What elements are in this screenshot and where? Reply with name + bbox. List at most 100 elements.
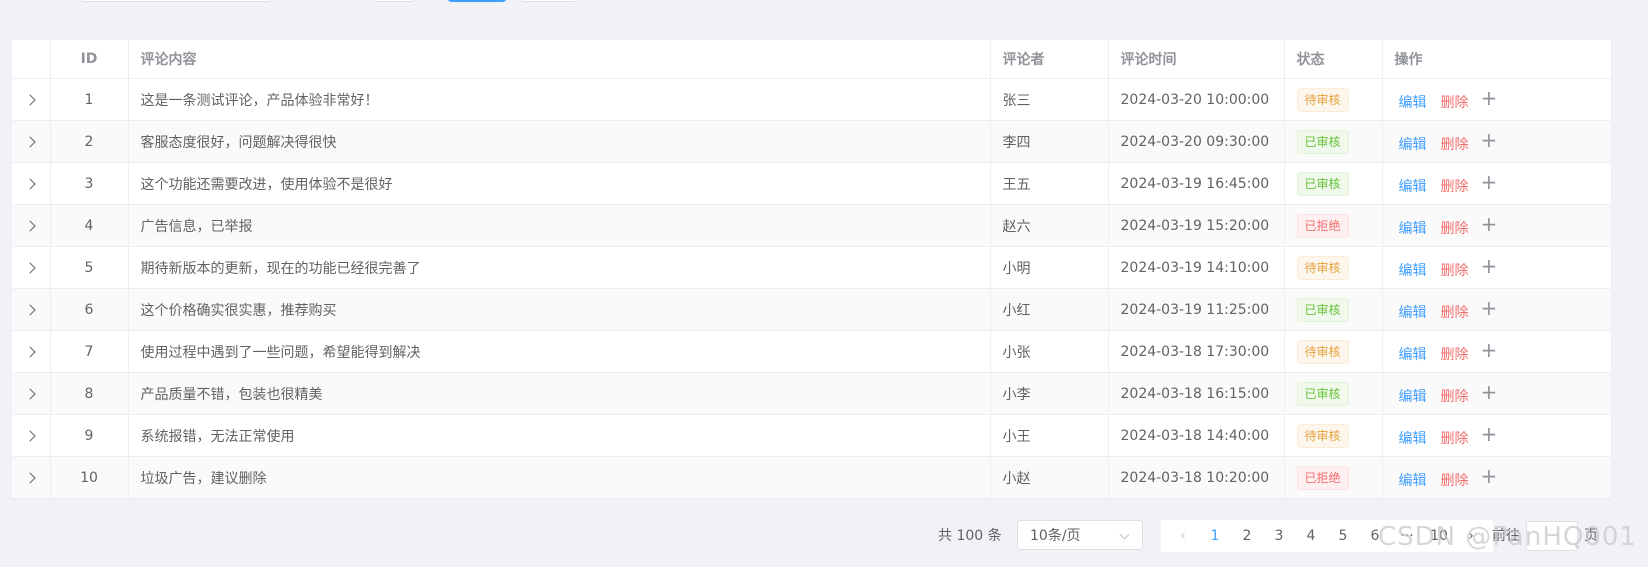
plus-icon[interactable]: +: [1481, 464, 1498, 488]
chevron-right-icon[interactable]: [24, 429, 36, 442]
chevron-right-icon[interactable]: [24, 303, 36, 316]
expand-cell[interactable]: [12, 330, 51, 373]
chevron-right-icon[interactable]: [24, 177, 36, 190]
id-cell: 6: [50, 288, 129, 331]
page-size-select[interactable]: 10条/页: [1017, 520, 1143, 550]
edit-button[interactable]: 编辑: [1399, 473, 1427, 489]
edit-button[interactable]: 编辑: [1399, 347, 1427, 363]
chevron-left-icon[interactable]: ‹: [1167, 528, 1199, 544]
delete-button[interactable]: 删除: [1441, 221, 1469, 237]
actions-cell: 编辑 删除 +: [1382, 414, 1611, 457]
plus-icon[interactable]: +: [1481, 380, 1498, 404]
delete-button[interactable]: 删除: [1441, 179, 1469, 195]
edit-button[interactable]: 编辑: [1399, 221, 1427, 237]
page-4[interactable]: 4: [1295, 528, 1327, 544]
actions-cell: 编辑 删除 +: [1382, 204, 1611, 247]
chevron-right-icon[interactable]: [24, 219, 36, 232]
delete-button[interactable]: 删除: [1441, 473, 1469, 489]
id-cell: 7: [50, 330, 129, 373]
goto-label: 前往: [1492, 528, 1520, 544]
status-cell: 待审核: [1284, 78, 1383, 121]
status-badge: 已审核: [1296, 297, 1349, 322]
header-expand: [12, 40, 51, 79]
chevron-right-icon[interactable]: [24, 135, 36, 148]
reset-button[interactable]: [520, 0, 578, 2]
edit-button[interactable]: 编辑: [1399, 263, 1427, 279]
edit-button[interactable]: 编辑: [1399, 389, 1427, 405]
id-cell: 2: [50, 120, 129, 163]
edit-button[interactable]: 编辑: [1399, 431, 1427, 447]
content-cell: 这是一条测试评论，产品体验非常好！: [128, 78, 991, 121]
page-5[interactable]: 5: [1327, 528, 1359, 544]
page-3[interactable]: 3: [1263, 528, 1295, 544]
expand-cell[interactable]: [12, 120, 51, 163]
page-6[interactable]: 6: [1359, 528, 1391, 544]
expand-cell[interactable]: [12, 204, 51, 247]
chevron-right-icon[interactable]: [24, 261, 36, 274]
search-button[interactable]: [448, 0, 506, 2]
actions-cell: 编辑 删除 +: [1382, 330, 1611, 373]
status-badge: 待审核: [1296, 87, 1349, 112]
author-cell: 小赵: [990, 456, 1109, 499]
page-2[interactable]: 2: [1231, 528, 1263, 544]
status-badge: 已拒绝: [1296, 213, 1349, 238]
table-row: 1 这是一条测试评论，产品体验非常好！ 张三 2024-03-20 10:00:00 待…: [12, 78, 1611, 121]
toolbar-button[interactable]: [372, 0, 414, 2]
edit-button[interactable]: 编辑: [1399, 137, 1427, 153]
chevron-right-icon[interactable]: [24, 387, 36, 400]
expand-cell[interactable]: [12, 372, 51, 415]
chevron-right-icon[interactable]: [24, 345, 36, 358]
delete-button[interactable]: 删除: [1441, 137, 1469, 153]
header-author: 评论者: [990, 40, 1109, 79]
delete-button[interactable]: 删除: [1441, 347, 1469, 363]
delete-button[interactable]: 删除: [1441, 263, 1469, 279]
time-cell: 2024-03-20 09:30:00: [1108, 120, 1285, 163]
plus-icon[interactable]: +: [1481, 212, 1498, 236]
table-row: 2 客服态度很好，问题解决得很快 李四 2024-03-20 09:30:00 已审核 编…: [12, 120, 1611, 163]
chevron-right-icon[interactable]: ›: [1455, 528, 1487, 544]
expand-cell[interactable]: [12, 78, 51, 121]
author-cell: 小红: [990, 288, 1109, 331]
page-1[interactable]: 1: [1199, 528, 1231, 544]
expand-cell[interactable]: [12, 456, 51, 499]
author-cell: 小王: [990, 414, 1109, 457]
top-toolbar: [0, 0, 1648, 2]
author-cell: 张三: [990, 78, 1109, 121]
plus-icon[interactable]: +: [1481, 128, 1498, 152]
status-cell: 已审核: [1284, 372, 1383, 415]
delete-button[interactable]: 删除: [1441, 305, 1469, 321]
status-cell: 已审核: [1284, 162, 1383, 205]
plus-icon[interactable]: +: [1481, 86, 1498, 110]
expand-cell[interactable]: [12, 162, 51, 205]
plus-icon[interactable]: +: [1481, 338, 1498, 362]
expand-cell[interactable]: [12, 414, 51, 457]
plus-icon[interactable]: +: [1481, 254, 1498, 278]
chevron-right-icon[interactable]: [24, 93, 36, 106]
actions-cell: 编辑 删除 +: [1382, 78, 1611, 121]
actions-cell: 编辑 删除 +: [1382, 372, 1611, 415]
search-input[interactable]: [80, 0, 272, 2]
delete-button[interactable]: 删除: [1441, 431, 1469, 447]
status-cell: 已审核: [1284, 120, 1383, 163]
time-cell: 2024-03-20 10:00:00: [1108, 78, 1285, 121]
actions-cell: 编辑 删除 +: [1382, 120, 1611, 163]
edit-button[interactable]: 编辑: [1399, 179, 1427, 195]
id-cell: 5: [50, 246, 129, 289]
status-badge: 待审核: [1296, 339, 1349, 364]
delete-button[interactable]: 删除: [1441, 95, 1469, 111]
page-ellipsis[interactable]: ···: [1391, 528, 1423, 544]
actions-cell: 编辑 删除 +: [1382, 162, 1611, 205]
header-status: 状态: [1284, 40, 1383, 79]
page-10[interactable]: 10: [1423, 528, 1455, 544]
delete-button[interactable]: 删除: [1441, 389, 1469, 405]
edit-button[interactable]: 编辑: [1399, 95, 1427, 111]
plus-icon[interactable]: +: [1481, 296, 1498, 320]
edit-button[interactable]: 编辑: [1399, 305, 1427, 321]
expand-cell[interactable]: [12, 288, 51, 331]
goto-page-input[interactable]: [1526, 521, 1578, 551]
expand-cell[interactable]: [12, 246, 51, 289]
plus-icon[interactable]: +: [1481, 422, 1498, 446]
plus-icon[interactable]: +: [1481, 170, 1498, 194]
table-header-row: ID 评论内容 评论者 评论时间 状态 操作: [12, 40, 1611, 79]
chevron-right-icon[interactable]: [24, 471, 36, 484]
